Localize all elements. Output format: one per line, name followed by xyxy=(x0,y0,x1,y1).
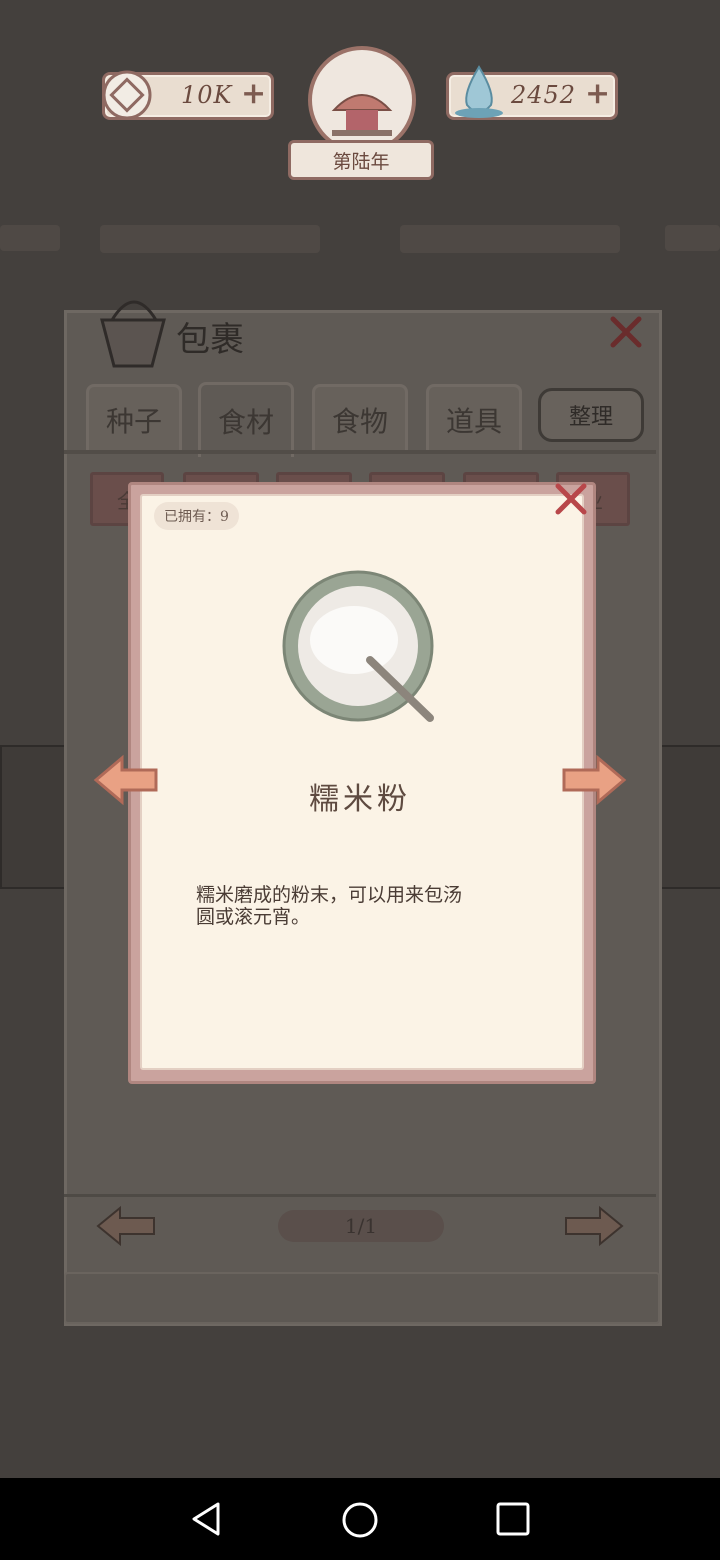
back-icon[interactable] xyxy=(188,1500,226,1538)
water-drop-icon xyxy=(455,65,503,118)
water-value: 2452 xyxy=(511,81,577,109)
rice-flour-bowl-icon xyxy=(282,570,434,722)
next-item-arrow-icon[interactable] xyxy=(560,754,628,806)
background-shelf xyxy=(0,745,66,889)
bag-title: 包裹 xyxy=(176,320,244,360)
prev-item-arrow-icon[interactable] xyxy=(92,754,160,806)
coin-value: 10K xyxy=(181,81,233,109)
tab-ingredients[interactable]: 食材 xyxy=(198,382,294,457)
page-indicator: 1/1 xyxy=(278,1210,444,1242)
item-description-line: 糯米磨成的粉末，可以用来包汤 xyxy=(196,884,463,906)
owned-count: 已拥有：9 xyxy=(154,502,239,530)
coin-icon xyxy=(102,70,152,120)
bag-bottom-scroll xyxy=(64,1272,660,1324)
background-beam xyxy=(0,225,60,251)
background-beam xyxy=(665,225,720,251)
season-emblem[interactable] xyxy=(308,46,416,154)
pager-divider xyxy=(64,1194,656,1197)
year-label: 第陆年 xyxy=(288,140,434,180)
tab-tools[interactable]: 道具 xyxy=(426,384,522,453)
background-shelf xyxy=(658,745,720,889)
item-description: 糯米磨成的粉末，可以用来包汤 圆或滚元宵。 xyxy=(196,884,462,928)
tab-food[interactable]: 食物 xyxy=(312,384,408,453)
background-beam xyxy=(400,225,620,253)
pavilion-icon xyxy=(331,94,393,136)
close-modal-icon[interactable] xyxy=(552,480,590,518)
background-beam xyxy=(100,225,320,253)
tab-seeds[interactable]: 种子 xyxy=(86,384,182,453)
home-icon[interactable] xyxy=(340,1500,380,1540)
basket-icon xyxy=(100,300,166,368)
recents-icon[interactable] xyxy=(494,1500,532,1538)
bag-prev-arrow-icon[interactable] xyxy=(94,1204,158,1248)
item-description-line: 圆或滚元宵。 xyxy=(196,906,311,928)
bag-next-arrow-icon[interactable] xyxy=(562,1204,626,1248)
coin-counter[interactable]: 10K + xyxy=(102,70,274,120)
sort-button[interactable]: 整理 xyxy=(538,388,644,442)
system-nav-bar xyxy=(0,1478,720,1560)
item-name: 糯米粉 xyxy=(309,782,411,817)
tab-divider xyxy=(64,450,656,454)
add-water-icon[interactable]: + xyxy=(585,79,610,109)
add-coins-icon[interactable]: + xyxy=(241,79,266,109)
water-counter[interactable]: 2452 + xyxy=(446,65,618,120)
close-bag-icon[interactable] xyxy=(608,314,644,350)
